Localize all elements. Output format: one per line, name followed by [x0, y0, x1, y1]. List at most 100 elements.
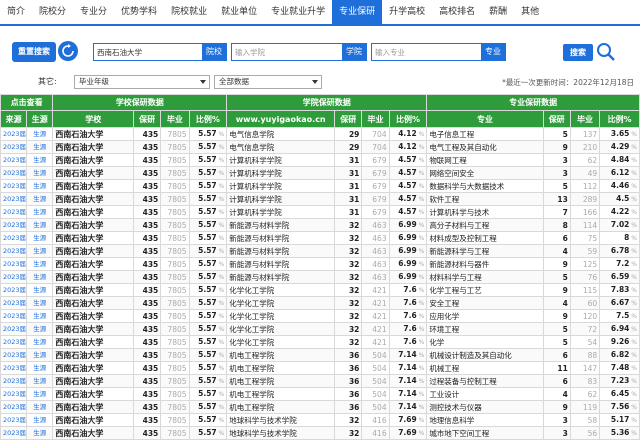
table-cell[interactable]: 2023届 [0, 205, 28, 219]
column-header-4[interactable]: 毕业 [160, 110, 190, 128]
nav-item-6[interactable]: 专业就业升学 [264, 0, 332, 25]
table-cell[interactable]: 生源 [26, 166, 54, 180]
table-cell[interactable]: 生源 [26, 361, 54, 375]
table-row: 2023届 生源 西南石油大学 435 7805 5.57 % 机电工程学院 36 504 7.1… [0, 387, 640, 401]
table-cell[interactable]: 2023届 [0, 374, 28, 388]
table-cell[interactable]: 生源 [26, 140, 54, 154]
nav-item-9[interactable]: 高校排名 [432, 0, 482, 25]
search-button[interactable]: 搜索 [563, 44, 593, 61]
table-cell[interactable]: 2023届 [0, 244, 28, 258]
table-cell: 7 [542, 205, 571, 219]
major-label[interactable]: 专业 [481, 44, 505, 60]
table-cell[interactable]: 生源 [26, 400, 54, 414]
table-cell[interactable]: 2023届 [0, 387, 28, 401]
table-cell[interactable]: 2023届 [0, 309, 28, 323]
nav-item-4[interactable]: 院校就业 [164, 0, 214, 25]
table-cell[interactable]: 生源 [26, 231, 54, 245]
table-cell: 电气信息学院 [226, 127, 336, 141]
column-header-13[interactable]: 比例% [599, 110, 640, 128]
table-cell[interactable]: 2023届 [0, 218, 28, 232]
nav-item-10[interactable]: 薪酬 [482, 0, 514, 25]
table-cell[interactable]: 2023届 [0, 283, 28, 297]
column-header-5[interactable]: 比例% [188, 110, 228, 128]
table-cell[interactable]: 2023届 [0, 270, 28, 284]
reset-search-button[interactable]: 重置搜索 [12, 42, 56, 62]
table-cell[interactable]: 2023届 [0, 192, 28, 206]
table-cell[interactable]: 2023届 [0, 140, 28, 154]
column-header-8[interactable]: 毕业 [361, 110, 390, 128]
column-header-12[interactable]: 毕业 [569, 110, 601, 128]
table-cell[interactable]: 2023届 [0, 426, 28, 440]
nav-item-8[interactable]: 升学高校 [382, 0, 432, 25]
table-cell[interactable]: 生源 [26, 309, 54, 323]
table-cell[interactable]: 2023届 [0, 153, 28, 167]
search-icon[interactable] [596, 42, 616, 62]
table-cell[interactable]: 生源 [26, 413, 54, 427]
table-cell[interactable]: 生源 [26, 348, 54, 362]
table-cell: 6.78 % [599, 244, 640, 258]
table-cell: 5.57 % [188, 322, 228, 336]
table-cell[interactable]: 2023届 [0, 127, 28, 141]
column-header-0[interactable]: 来源 [0, 110, 28, 128]
table-cell[interactable]: 2023届 [0, 413, 28, 427]
table-cell[interactable]: 2023届 [0, 231, 28, 245]
column-header-2[interactable]: 学校 [52, 110, 135, 128]
nav-item-11[interactable]: 其他 [514, 0, 546, 25]
data-select[interactable]: 全部数据 [214, 75, 322, 89]
college-label[interactable]: 学院 [342, 44, 366, 60]
nav-item-2[interactable]: 专业分 [73, 0, 114, 25]
table-cell: 435 [133, 400, 162, 414]
percent-value: 6.99 [398, 259, 417, 268]
nav-item-3[interactable]: 优势学科 [114, 0, 164, 25]
table-cell[interactable]: 生源 [26, 296, 54, 310]
table-cell[interactable]: 2023届 [0, 257, 28, 271]
percent-value: 5.57 [198, 363, 217, 372]
table-cell[interactable]: 2023届 [0, 348, 28, 362]
refresh-icon[interactable] [58, 41, 78, 61]
nav-item-7[interactable]: 专业保研 [332, 0, 383, 25]
table-cell[interactable]: 生源 [26, 192, 54, 206]
column-header-10[interactable]: 专业 [426, 110, 544, 128]
table-cell[interactable]: 生源 [26, 374, 54, 388]
percent-value: 7.14 [398, 350, 417, 359]
table-cell[interactable]: 2023届 [0, 296, 28, 310]
column-header-11[interactable]: 保研 [542, 110, 571, 128]
major-input[interactable] [372, 44, 482, 60]
table-cell: 137 [569, 127, 601, 141]
table-cell[interactable]: 生源 [26, 335, 54, 349]
table-cell[interactable]: 2023届 [0, 335, 28, 349]
group-header-view[interactable]: 点击查看 [0, 94, 54, 111]
nav-item-0[interactable]: 简介 [0, 0, 32, 25]
column-header-3[interactable]: 保研 [133, 110, 162, 128]
table-cell[interactable]: 2023届 [0, 322, 28, 336]
table-cell[interactable]: 生源 [26, 153, 54, 167]
college-input[interactable] [232, 44, 343, 60]
table-cell[interactable]: 生源 [26, 270, 54, 284]
nav-item-1[interactable]: 院校分 [32, 0, 73, 25]
table-cell[interactable]: 2023届 [0, 166, 28, 180]
table-cell[interactable]: 生源 [26, 426, 54, 440]
column-header-7[interactable]: 保研 [334, 110, 363, 128]
table-cell: 化学化工学院 [226, 309, 336, 323]
table-cell: 9 [542, 283, 571, 297]
table-cell[interactable]: 2023届 [0, 179, 28, 193]
nav-item-5[interactable]: 就业单位 [214, 0, 264, 25]
table-cell[interactable]: 生源 [26, 127, 54, 141]
table-cell[interactable]: 生源 [26, 283, 54, 297]
column-header-9[interactable]: 比例% [388, 110, 428, 128]
table-cell[interactable]: 生源 [26, 205, 54, 219]
percent-sign: % [216, 287, 225, 294]
table-cell[interactable]: 2023届 [0, 361, 28, 375]
grade-select[interactable]: 毕业年级 [74, 75, 210, 89]
school-label[interactable]: 院校 [202, 44, 226, 60]
table-cell[interactable]: 生源 [26, 218, 54, 232]
table-cell[interactable]: 生源 [26, 387, 54, 401]
column-header-1[interactable]: 生源 [26, 110, 54, 128]
table-cell[interactable]: 生源 [26, 257, 54, 271]
table-cell[interactable]: 生源 [26, 244, 54, 258]
table-cell[interactable]: 2023届 [0, 400, 28, 414]
school-input[interactable] [94, 44, 204, 60]
table-cell[interactable]: 生源 [26, 322, 54, 336]
column-header-6[interactable]: www.yuyigaokao.cn [226, 110, 336, 128]
table-cell[interactable]: 生源 [26, 179, 54, 193]
